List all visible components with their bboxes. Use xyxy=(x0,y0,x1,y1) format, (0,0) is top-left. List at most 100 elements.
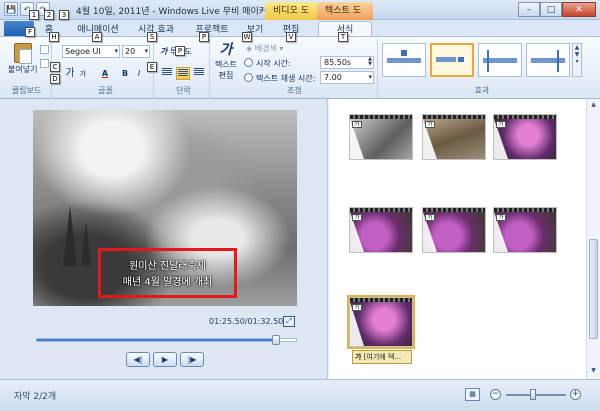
chevron-down-icon: ▾ xyxy=(368,73,372,81)
paint-bucket-icon: ◈ xyxy=(246,44,253,53)
zoom-in-button[interactable]: + xyxy=(570,389,581,400)
storyboard-clip-selected[interactable]: 가 xyxy=(347,295,415,349)
effects-gallery-scroll[interactable]: ▲ ▼ ▾ xyxy=(572,43,582,77)
keytip: 1 xyxy=(29,10,39,20)
video-scenery xyxy=(81,221,91,266)
video-preview[interactable]: 원미산 진달래축제 매년 4월 말경에 개최 xyxy=(33,110,297,306)
fullscreen-icon[interactable]: ⤢ xyxy=(283,316,295,327)
keytip: V xyxy=(286,32,296,42)
keytip: S xyxy=(147,32,157,42)
zoom-knob[interactable] xyxy=(530,389,536,400)
storyboard-clip[interactable]: 가 xyxy=(422,114,486,160)
video-scenery xyxy=(63,206,77,266)
transparency-icon: 가 xyxy=(160,47,168,56)
keytip: F xyxy=(25,27,35,37)
keytip: P xyxy=(199,32,209,42)
status-bar: 자막 2/2개 ▦ − + xyxy=(0,379,600,411)
clock-icon xyxy=(244,73,253,82)
font-family-select[interactable]: Segoe UI ▾ xyxy=(62,45,120,58)
caption-count: 자막 2/2개 xyxy=(14,392,57,402)
storyboard-clip[interactable]: 가 xyxy=(349,114,413,160)
paste-label: 붙여넣기 xyxy=(8,65,38,74)
effect-fly-in-left[interactable] xyxy=(430,43,474,77)
caption-line-1[interactable]: 원미산 진달래축제 xyxy=(101,257,234,272)
keytip: D xyxy=(50,74,60,84)
preview-pane: 원미산 진달래축제 매년 4월 말경에 개최 01:25.50/01:32.50… xyxy=(0,99,328,379)
duration-label: 텍스트 재생 시간: xyxy=(256,74,316,83)
caption-track-item[interactable]: 가 [여기에 텍... xyxy=(352,350,412,364)
zoom-out-button[interactable]: − xyxy=(490,389,501,400)
bold-button[interactable]: B xyxy=(120,67,130,80)
text-overlay-icon: 가 xyxy=(425,121,435,128)
text-overlay-icon: 가 xyxy=(352,214,362,221)
clipboard-group: 붙여넣기 클립보드 xyxy=(2,39,52,98)
zoom-slider[interactable]: − + xyxy=(490,389,584,401)
context-tab-video-tools: 비디오 도구 xyxy=(265,2,317,34)
next-frame-button[interactable]: |▶ xyxy=(180,352,204,367)
effect-fly-in-top[interactable] xyxy=(526,43,570,77)
clipboard-group-label: 클립보드 xyxy=(11,86,42,95)
previous-frame-button[interactable]: ◀| xyxy=(126,352,150,367)
start-time-input[interactable]: 85.50s ▲ ▼ xyxy=(320,56,374,69)
copy-icon[interactable] xyxy=(40,59,49,68)
duration-select[interactable]: 7.00 ▾ xyxy=(320,71,374,84)
play-button[interactable]: ▶ xyxy=(153,352,177,367)
keytip: A xyxy=(92,32,102,42)
caption-line-2[interactable]: 매년 4월 말경에 개최 xyxy=(101,273,234,288)
align-left-button[interactable] xyxy=(160,67,174,80)
font-color-button[interactable]: A xyxy=(96,67,114,80)
align-center-button[interactable] xyxy=(176,67,190,80)
seek-bar[interactable] xyxy=(36,335,297,345)
cut-icon[interactable] xyxy=(40,45,49,54)
text-edit-button[interactable]: 가 텍스트 편집 xyxy=(214,41,238,81)
italic-button[interactable]: I xyxy=(134,67,144,80)
font-family-value: Segoe UI xyxy=(65,47,101,56)
text-overlay-icon: 가 xyxy=(352,304,362,311)
background-color-label: 배경색 xyxy=(254,44,277,53)
chevron-down-icon: ▾ xyxy=(114,47,118,55)
storyboard-scrollbar[interactable]: ▲ ▼ xyxy=(586,99,600,379)
keytip: P xyxy=(175,46,185,56)
align-left-icon xyxy=(162,68,172,76)
storyboard-clip[interactable]: 가 xyxy=(493,207,557,253)
adjust-group-label: 조정 xyxy=(287,86,302,95)
playback-controls: ◀| ▶ |▶ xyxy=(126,352,204,367)
align-right-icon xyxy=(194,68,204,76)
align-right-button[interactable] xyxy=(192,67,206,80)
storyboard-clip[interactable]: 가 xyxy=(493,114,557,160)
maximize-button[interactable]: □ xyxy=(540,2,562,17)
minimize-button[interactable]: – xyxy=(518,2,540,17)
background-color-button[interactable]: ◈ 배경색 ▾ xyxy=(246,43,283,54)
shrink-font-button[interactable]: 가 xyxy=(78,68,88,81)
ribbon: 붙여넣기 클립보드 Segoe UI ▾ 20 ▾ 가 가 A B I 글꼴 가… xyxy=(0,36,600,99)
effect-fly-in-right[interactable] xyxy=(478,43,522,77)
font-group: Segoe UI ▾ 20 ▾ 가 가 A B I 글꼴 xyxy=(58,39,154,98)
effects-group: ▲ ▼ ▾ 효과 xyxy=(380,39,584,98)
caption-selection-box[interactable]: 원미산 진달래축제 매년 4월 말경에 개최 xyxy=(98,248,237,298)
scroll-down-icon[interactable]: ▼ xyxy=(589,367,598,377)
font-size-select[interactable]: 20 ▾ xyxy=(122,45,150,58)
scroll-thumb[interactable] xyxy=(589,239,598,339)
chevron-down-icon: ▾ xyxy=(279,44,284,53)
adjust-group: 가 텍스트 편집 ◈ 배경색 ▾ 시작 시간: 85.50s ▲ ▼ 텍스트 재생… xyxy=(212,39,378,98)
paste-button[interactable]: 붙여넣기 xyxy=(8,43,37,75)
grow-font-button[interactable]: 가 xyxy=(64,67,76,80)
effects-group-label: 효과 xyxy=(474,86,490,95)
storyboard-clip[interactable]: 가 xyxy=(349,207,413,253)
caption-track-label: [여기에 텍... xyxy=(363,353,402,361)
keytip: 3 xyxy=(59,10,69,20)
spin-arrows-icon[interactable]: ▲ ▼ xyxy=(368,57,372,67)
keytip: 2 xyxy=(44,10,54,20)
storyboard-clip[interactable]: 가 xyxy=(422,207,486,253)
seek-progress xyxy=(37,339,276,341)
close-button[interactable]: ✕ xyxy=(562,2,596,17)
text-overlay-icon: 가 xyxy=(425,214,435,221)
keytip: W xyxy=(242,32,252,42)
seek-thumb[interactable] xyxy=(272,335,280,345)
effect-scroll-up[interactable] xyxy=(382,43,426,77)
scroll-up-icon[interactable]: ▲ xyxy=(589,101,598,111)
zoom-track[interactable] xyxy=(506,394,566,396)
save-icon[interactable]: 💾 xyxy=(4,2,18,16)
tab-project[interactable]: 프로젝트 xyxy=(186,22,238,36)
thumbnail-size-icon[interactable]: ▦ xyxy=(465,388,480,401)
